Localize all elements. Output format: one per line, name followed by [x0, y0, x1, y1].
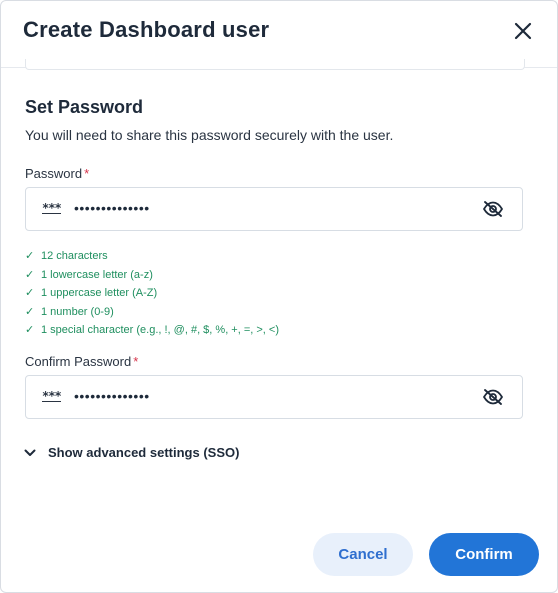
- requirement-text: 1 number (0-9): [41, 305, 114, 318]
- check-icon: ✓: [25, 268, 35, 281]
- scrolled-field-edge: [25, 59, 525, 70]
- required-mark: *: [133, 354, 139, 369]
- advanced-settings-label: Show advanced settings (SSO): [48, 445, 240, 460]
- password-field[interactable]: ***: [25, 187, 523, 231]
- password-label-text: Password: [25, 166, 83, 181]
- password-label: Password *: [25, 166, 89, 181]
- dialog-header: Create Dashboard user: [1, 1, 557, 68]
- close-button[interactable]: [511, 19, 535, 43]
- requirement-item: ✓ 1 uppercase letter (A-Z): [25, 284, 279, 303]
- requirement-item: ✓ 1 number (0-9): [25, 303, 279, 322]
- eye-slash-icon: [483, 389, 503, 405]
- check-icon: ✓: [25, 250, 35, 262]
- check-icon: ✓: [25, 305, 35, 318]
- check-icon: ✓: [25, 324, 35, 336]
- close-icon: [514, 22, 532, 40]
- requirement-item: ✓ 1 special character (e.g., !, @, #, $, …: [25, 321, 279, 340]
- confirm-password-input[interactable]: [74, 388, 474, 404]
- requirement-text: 1 special character (e.g., !, @, #, $, %…: [41, 324, 279, 336]
- password-input[interactable]: [74, 200, 474, 216]
- confirm-button[interactable]: Confirm: [429, 533, 539, 576]
- toggle-confirm-password-visibility-button[interactable]: [482, 386, 504, 408]
- eye-slash-icon: [483, 201, 503, 217]
- advanced-settings-toggle[interactable]: Show advanced settings (SSO): [23, 445, 239, 460]
- section-title: Set Password: [25, 97, 144, 117]
- toggle-password-visibility-button[interactable]: [482, 198, 504, 220]
- password-icon: ***: [42, 201, 62, 215]
- confirm-password-field[interactable]: ***: [25, 375, 523, 419]
- check-icon: ✓: [25, 287, 35, 299]
- password-icon: ***: [42, 389, 62, 403]
- chevron-down-icon: [23, 446, 37, 460]
- requirement-text: 1 lowercase letter (a-z): [41, 268, 153, 281]
- requirement-text: 12 characters: [41, 250, 108, 262]
- requirement-text: 1 uppercase letter (A-Z): [41, 287, 158, 299]
- confirm-password-label-text: Confirm Password: [25, 354, 132, 369]
- requirement-item: ✓ 1 lowercase letter (a-z): [25, 266, 279, 285]
- create-user-dialog: Create Dashboard user Set Password You w…: [0, 0, 558, 593]
- required-mark: *: [84, 166, 90, 181]
- section-description: You will need to share this password sec…: [25, 127, 394, 143]
- password-requirements-list: ✓ 12 characters ✓ 1 lowercase letter (a-z)…: [25, 247, 279, 340]
- confirm-password-label: Confirm Password *: [25, 354, 138, 369]
- dialog-title: Create Dashboard user: [23, 17, 270, 42]
- cancel-button[interactable]: Cancel: [313, 533, 413, 576]
- requirement-item: ✓ 12 characters: [25, 247, 279, 266]
